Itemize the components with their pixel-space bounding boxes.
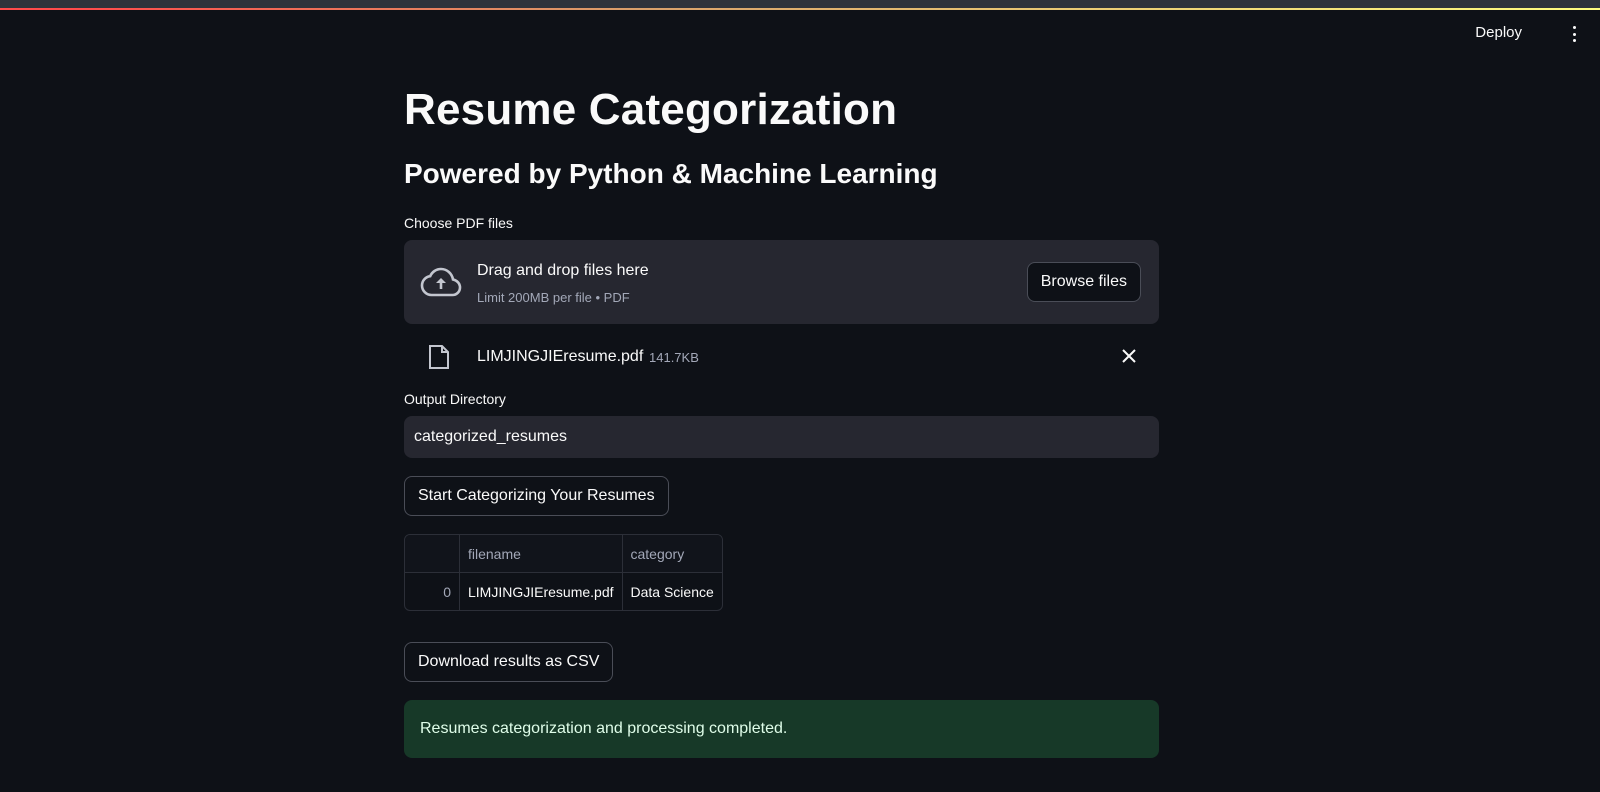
file-icon [429,345,449,369]
page-subtitle: Powered by Python & Machine Learning [404,158,938,189]
uploaded-file-size: 141.7KB [649,350,699,365]
category-cell[interactable]: Data Science [622,573,722,611]
download-csv-button[interactable]: Download results as CSV [404,642,614,682]
output-directory-label: Output Directory [404,391,506,407]
table-header-row: filename category [405,535,722,573]
main-content: Resume Categorization Powered by Python … [404,80,1159,758]
results-table[interactable]: filename category 0 LIMJINGJIEresume.pdf… [404,534,723,611]
deploy-button[interactable]: Deploy [1475,24,1522,41]
top-decoration-bar [0,0,1600,10]
uploaded-file-item: LIMJINGJIEresume.pdf 141.7KB [404,324,1159,390]
cloud-upload-icon [420,267,462,297]
column-header-category[interactable]: category [622,535,722,573]
close-icon[interactable] [1119,346,1139,366]
main-menu-icon[interactable] [1568,24,1580,44]
file-uploader-label: Choose PDF files [404,215,513,231]
file-dropzone[interactable]: Drag and drop files here Limit 200MB per… [404,240,1159,324]
dropzone-limit-text: Limit 200MB per file • PDF [477,290,630,305]
page-title: Resume Categorization [404,85,898,134]
start-categorizing-button[interactable]: Start Categorizing Your Resumes [404,476,669,516]
output-directory-input[interactable]: categorized_resumes [404,416,1159,458]
table-row: 0 LIMJINGJIEresume.pdf Data Science [405,572,722,611]
column-header-filename[interactable]: filename [459,535,623,573]
uploaded-file-name: LIMJINGJIEresume.pdf [477,348,644,365]
filename-cell[interactable]: LIMJINGJIEresume.pdf [459,572,623,610]
browse-files-button[interactable]: Browse files [1026,262,1141,302]
column-header-index[interactable] [405,535,460,573]
row-index-cell[interactable]: 0 [405,572,460,610]
success-alert: Resumes categorization and processing co… [404,700,1159,758]
dropzone-title: Drag and drop files here [477,262,649,279]
